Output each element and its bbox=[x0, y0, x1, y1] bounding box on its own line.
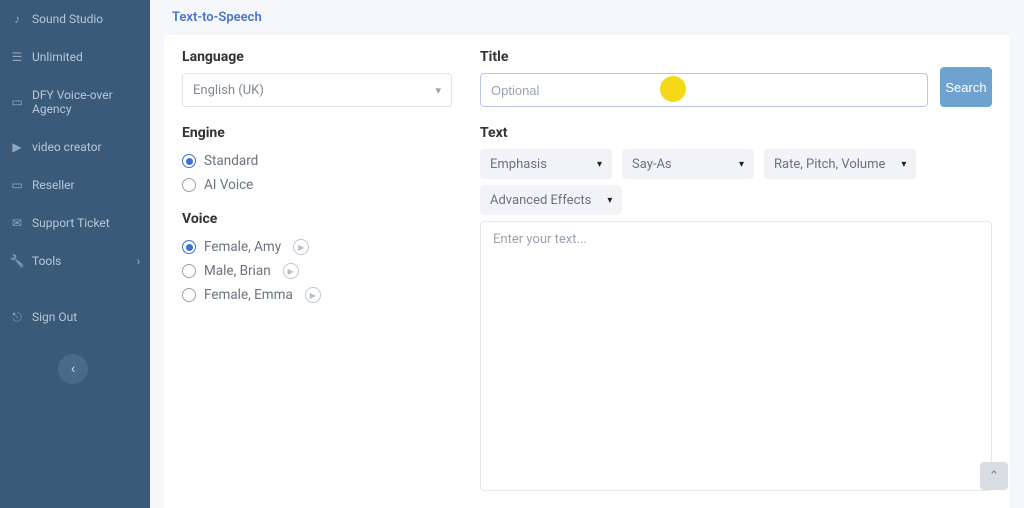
dropdown-label: Emphasis bbox=[490, 157, 547, 172]
sidebar: ♪ Sound Studio ☰ Unlimited ▭ DFY Voice-o… bbox=[0, 0, 150, 508]
list-icon: ☰ bbox=[10, 50, 24, 64]
title-label: Title bbox=[480, 49, 928, 65]
sidebar-item-reseller[interactable]: ▭ Reseller bbox=[0, 166, 150, 204]
language-value: English (UK) bbox=[193, 83, 264, 98]
dropdown-sayas[interactable]: Say-As ▾ bbox=[622, 149, 754, 179]
voice-option-brian[interactable]: Male, Brian ▶ bbox=[182, 259, 452, 283]
sidebar-item-label: Unlimited bbox=[32, 50, 83, 64]
sidebar-item-label: DFY Voice-over Agency bbox=[32, 88, 140, 116]
wrench-icon: 🔧 bbox=[10, 254, 24, 268]
radio-icon bbox=[182, 264, 196, 278]
tag-icon: ▭ bbox=[10, 178, 24, 192]
breadcrumb: Text-to-Speech bbox=[150, 0, 1024, 29]
briefcase-icon: ▭ bbox=[10, 95, 24, 109]
ticket-icon: ✉ bbox=[10, 216, 24, 230]
dropdown-emphasis[interactable]: Emphasis ▾ bbox=[480, 149, 612, 179]
voice-option-amy[interactable]: Female, Amy ▶ bbox=[182, 235, 452, 259]
sidebar-item-dfy-agency[interactable]: ▭ DFY Voice-over Agency bbox=[0, 76, 150, 128]
sidebar-item-support-ticket[interactable]: ✉ Support Ticket bbox=[0, 204, 150, 242]
search-button[interactable]: Search bbox=[940, 67, 992, 107]
voice-option-emma[interactable]: Female, Emma ▶ bbox=[182, 283, 452, 307]
chevron-down-icon: ▾ bbox=[597, 159, 602, 170]
language-label: Language bbox=[182, 49, 452, 65]
radio-icon bbox=[182, 154, 196, 168]
radio-icon bbox=[182, 240, 196, 254]
radio-label: Standard bbox=[204, 153, 258, 169]
chevron-down-icon: ▾ bbox=[435, 84, 441, 97]
sidebar-item-video-creator[interactable]: ▶ video creator bbox=[0, 128, 150, 166]
sidebar-collapse-button[interactable]: ‹ bbox=[58, 354, 88, 384]
sidebar-item-unlimited[interactable]: ☰ Unlimited bbox=[0, 38, 150, 76]
play-preview-icon[interactable]: ▶ bbox=[305, 287, 321, 303]
sidebar-item-label: video creator bbox=[32, 140, 102, 154]
radio-icon bbox=[182, 288, 196, 302]
dropdown-label: Rate, Pitch, Volume bbox=[774, 157, 885, 172]
sidebar-item-label: Reseller bbox=[32, 178, 75, 192]
radio-label: Female, Amy bbox=[204, 239, 281, 255]
play-preview-icon[interactable]: ▶ bbox=[283, 263, 299, 279]
chevron-left-icon: ‹ bbox=[71, 361, 75, 377]
radio-label: Female, Emma bbox=[204, 287, 293, 303]
sidebar-item-tools[interactable]: 🔧 Tools › bbox=[0, 242, 150, 280]
chevron-right-icon: › bbox=[137, 255, 140, 268]
sidebar-item-label: Support Ticket bbox=[32, 216, 110, 230]
settings-column: Language English (UK) ▾ Engine Standard bbox=[182, 49, 452, 307]
language-select[interactable]: English (UK) ▾ bbox=[182, 73, 452, 107]
scroll-to-top-button[interactable]: ⌃ bbox=[980, 462, 1008, 490]
radio-icon bbox=[182, 178, 196, 192]
sidebar-item-sign-out[interactable]: ⎋ Sign Out bbox=[0, 298, 150, 336]
music-icon: ♪ bbox=[10, 12, 24, 26]
dropdown-label: Say-As bbox=[632, 157, 672, 172]
chevron-down-icon: ▾ bbox=[739, 159, 744, 170]
play-preview-icon[interactable]: ▶ bbox=[293, 239, 309, 255]
sidebar-item-label: Tools bbox=[32, 254, 61, 268]
engine-label: Engine bbox=[182, 125, 452, 141]
sidebar-item-label: Sound Studio bbox=[32, 12, 103, 26]
dropdown-rate-pitch-volume[interactable]: Rate, Pitch, Volume ▾ bbox=[764, 149, 916, 179]
sidebar-item-label: Sign Out bbox=[32, 310, 77, 324]
chevron-up-icon: ⌃ bbox=[989, 469, 1000, 484]
tts-card: Language English (UK) ▾ Engine Standard bbox=[164, 35, 1010, 508]
engine-option-ai-voice[interactable]: AI Voice bbox=[182, 173, 452, 197]
engine-option-standard[interactable]: Standard bbox=[182, 149, 452, 173]
voice-label: Voice bbox=[182, 211, 452, 227]
dropdown-label: Advanced Effects bbox=[490, 193, 591, 208]
sidebar-item-sound-studio[interactable]: ♪ Sound Studio bbox=[0, 0, 150, 38]
video-icon: ▶ bbox=[10, 140, 24, 154]
content-column: Title Search Text Emphasis ▾ bbox=[480, 49, 992, 495]
main: Text-to-Speech Language English (UK) ▾ E… bbox=[150, 0, 1024, 508]
signout-icon: ⎋ bbox=[10, 310, 24, 324]
radio-label: Male, Brian bbox=[204, 263, 271, 279]
title-input[interactable] bbox=[480, 73, 928, 107]
text-label: Text bbox=[480, 125, 992, 141]
voice-radio-group: Female, Amy ▶ Male, Brian ▶ Female, Emma… bbox=[182, 235, 452, 307]
radio-label: AI Voice bbox=[204, 177, 253, 193]
engine-radio-group: Standard AI Voice bbox=[182, 149, 452, 197]
dropdown-advanced-effects[interactable]: Advanced Effects ▾ bbox=[480, 185, 622, 215]
chevron-down-icon: ▾ bbox=[607, 195, 612, 206]
chevron-down-icon: ▾ bbox=[901, 159, 906, 170]
text-input-area[interactable] bbox=[480, 221, 992, 491]
